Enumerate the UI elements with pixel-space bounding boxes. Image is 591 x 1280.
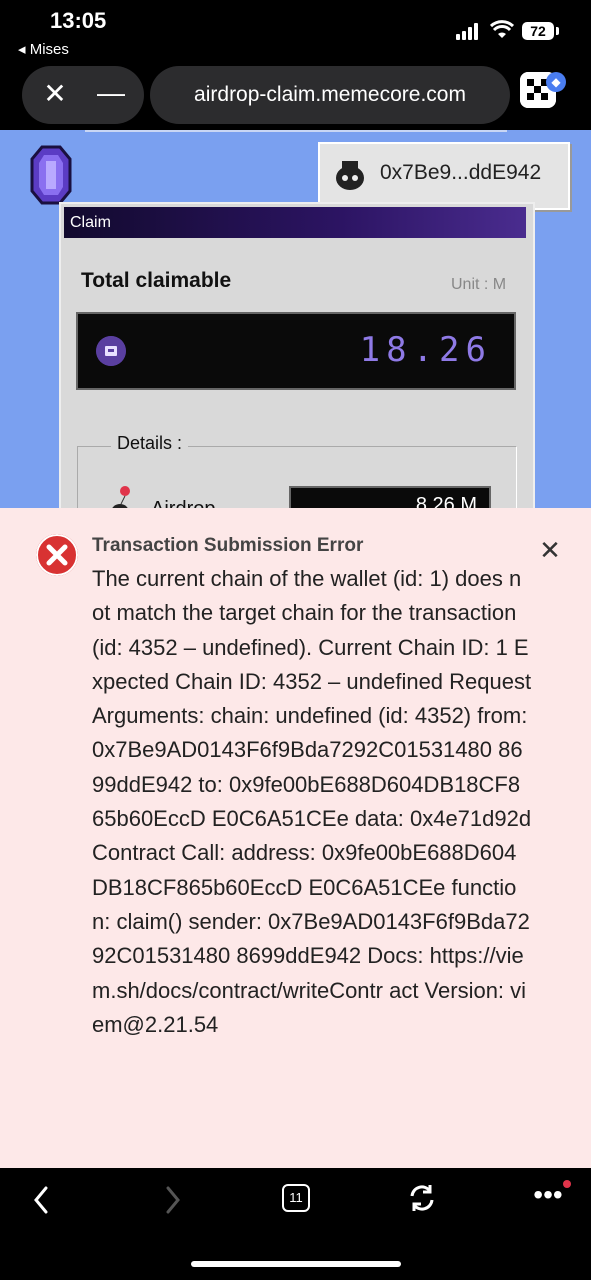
back-to-app-link[interactable]: ◂ Mises: [18, 40, 69, 58]
more-icon[interactable]: •••: [532, 1181, 564, 1214]
close-icon[interactable]: ✕: [40, 79, 70, 109]
total-claimable-display: 18.26: [76, 312, 516, 390]
balloon-icon: [112, 486, 130, 510]
claim-window-title: Claim: [64, 207, 526, 238]
airdrop-value-display: 8.26 M: [289, 486, 491, 510]
wallet-avatar-icon: [336, 161, 364, 190]
signal-icon: [456, 22, 482, 40]
error-toast: Transaction Submission Error ✕ The curre…: [0, 508, 591, 1168]
wallet-address: 0x7Be9...ddE942: [380, 161, 542, 184]
details-label: Details :: [111, 433, 189, 454]
back-icon[interactable]: [26, 1182, 58, 1218]
claim-window: Claim Total claimable Unit : M 18.26 Det…: [59, 202, 535, 510]
browser-bottom-bar: 11 •••: [0, 1168, 591, 1280]
window-controls: ✕ —: [22, 66, 144, 124]
battery-tip: [556, 27, 559, 35]
home-indicator[interactable]: [191, 1261, 401, 1267]
reload-icon[interactable]: [406, 1182, 438, 1214]
browser-toolbar: ✕ — airdrop-claim.memecore.com ◆: [0, 60, 591, 130]
ethereum-badge-icon: ◆: [546, 72, 566, 92]
clock: 13:05: [50, 8, 107, 33]
divider: [85, 130, 507, 132]
total-claimable-value: 18.26: [359, 330, 492, 370]
wifi-icon: [490, 20, 514, 38]
error-title: Transaction Submission Error: [92, 535, 364, 556]
gem-logo-icon: [30, 145, 72, 205]
minimize-icon[interactable]: —: [96, 79, 126, 109]
close-icon[interactable]: ✕: [534, 534, 566, 566]
error-icon: [36, 534, 78, 576]
error-message: The current chain of the wallet (id: 1) …: [92, 566, 532, 1037]
tabs-icon[interactable]: 11: [282, 1184, 310, 1212]
address-bar[interactable]: airdrop-claim.memecore.com: [150, 66, 510, 124]
notification-dot: [563, 1180, 571, 1188]
forward-icon[interactable]: [156, 1182, 188, 1218]
battery-icon: 72: [522, 22, 554, 40]
url-text: airdrop-claim.memecore.com: [194, 83, 466, 106]
web-page: 0x7Be9...ddE942 Claim Total claimable Un…: [0, 130, 591, 510]
status-bar: 13:05 ◂ Mises 72: [0, 0, 591, 60]
total-claimable-label: Total claimable: [81, 269, 232, 292]
wallet-button[interactable]: 0x7Be9...ddE942: [318, 142, 570, 210]
meme-token-icon: [96, 336, 126, 366]
unit-label: Unit : M: [451, 276, 507, 293]
